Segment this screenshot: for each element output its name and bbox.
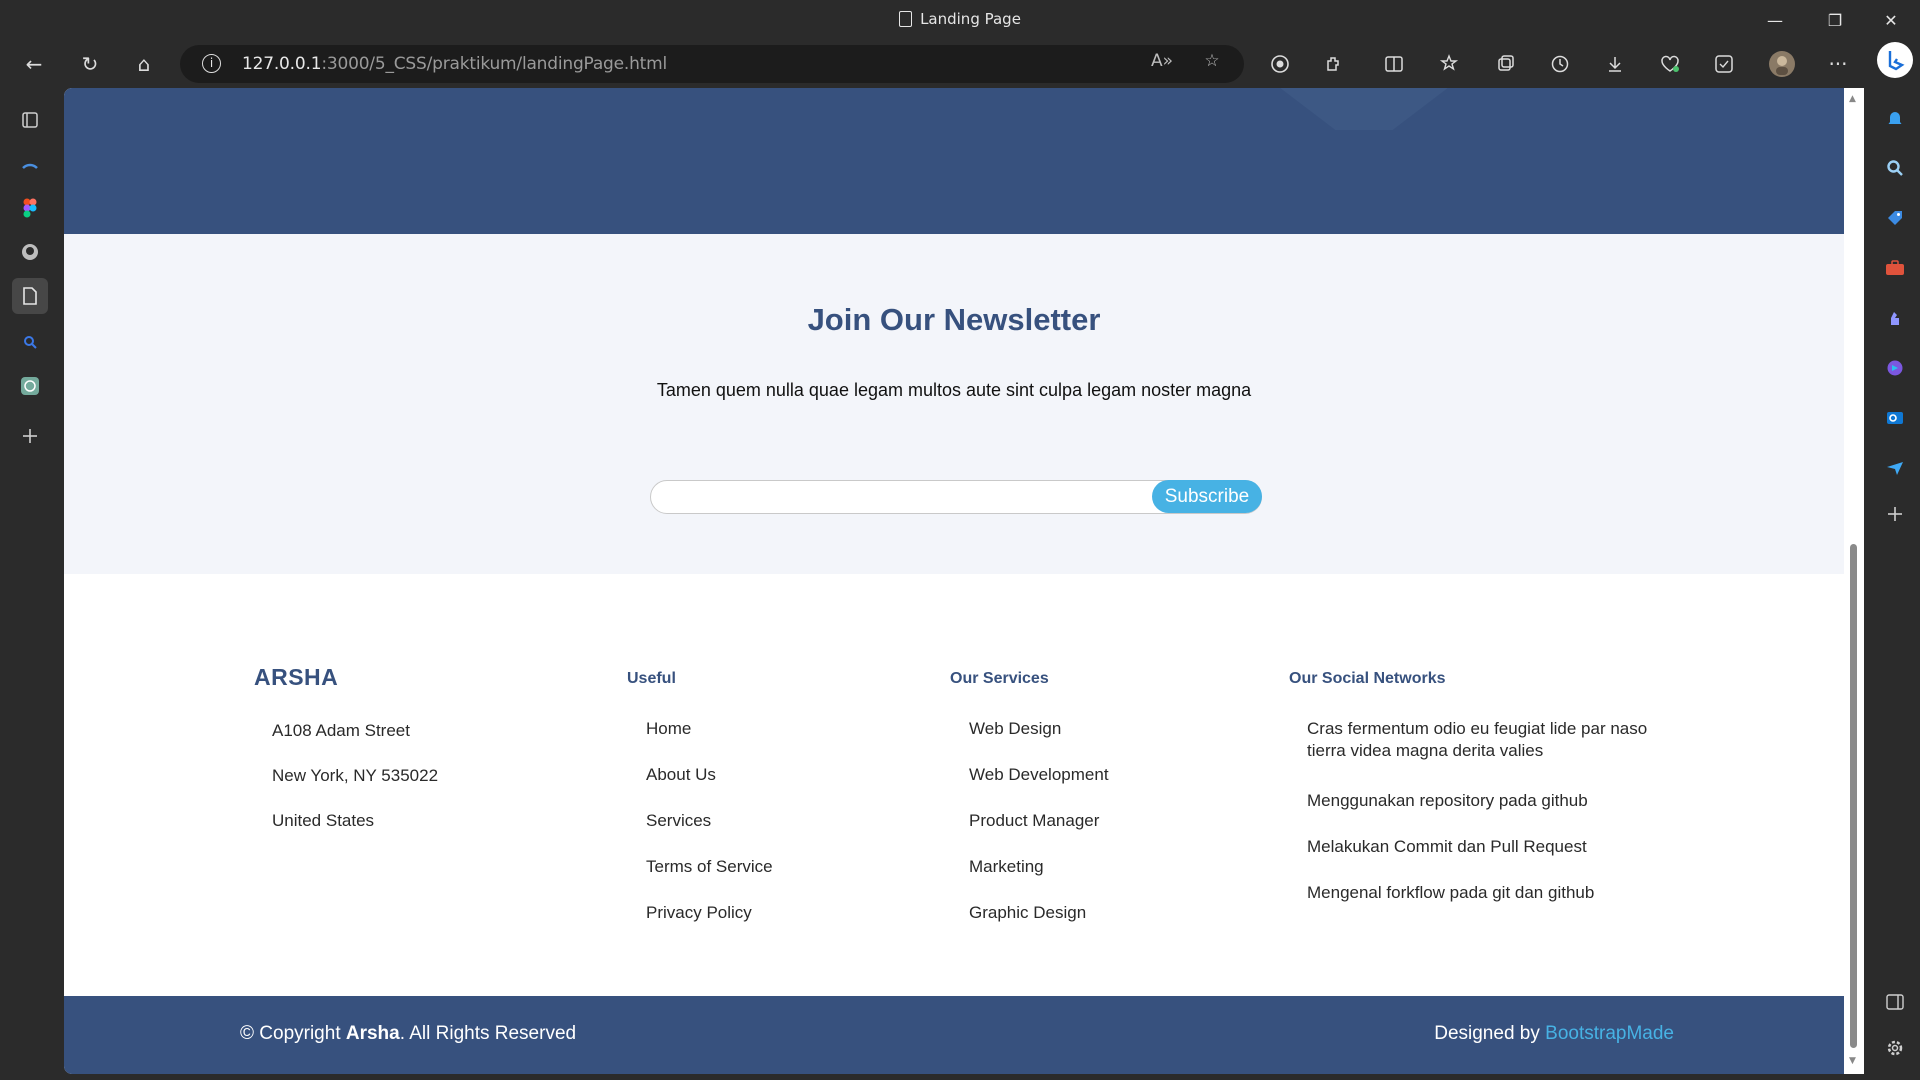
back-icon[interactable]: ←	[16, 48, 52, 80]
hero-section-bottom	[64, 88, 1844, 234]
outlook-icon[interactable]	[1881, 404, 1909, 432]
address-line: New York, NY 535022	[272, 766, 439, 785]
title-bar: Landing Page — ❐ ✕	[0, 0, 1920, 40]
browser-essentials-icon[interactable]	[1652, 48, 1688, 80]
tab-title: Landing Page	[920, 10, 1021, 28]
service-link[interactable]: Web Development	[969, 764, 1109, 810]
favorite-star-icon[interactable]: ☆	[1198, 51, 1226, 77]
address-line: United States	[272, 811, 375, 830]
history-icon[interactable]	[1542, 48, 1578, 80]
collections-icon[interactable]	[1488, 48, 1524, 80]
footer-link-services[interactable]: Services	[646, 810, 773, 856]
social-item: Mengenal forkflow pada git dan github	[1307, 883, 1595, 902]
home-icon[interactable]: ⌂	[126, 48, 162, 80]
github-tab-icon[interactable]	[12, 234, 48, 270]
more-menu-icon[interactable]: ···	[1820, 48, 1856, 80]
services-list: Web Design Web Development Product Manag…	[969, 718, 1109, 948]
address-list: A108 Adam Street New York, NY 535022 Uni…	[272, 720, 438, 855]
copyright-prefix: © Copyright	[240, 1023, 346, 1044]
designer-credit: Designed by BootstrapMade	[1434, 1023, 1674, 1045]
credit-prefix: Designed by	[1434, 1023, 1546, 1044]
social-item: Melakukan Commit dan Pull Request	[1307, 837, 1587, 856]
tracking-icon[interactable]	[1262, 48, 1298, 80]
newsletter-section: Join Our Newsletter Tamen quem nulla qua…	[64, 234, 1844, 574]
newsletter-form: Subscribe	[650, 480, 1262, 514]
footer-top: ARSHA A108 Adam Street New York, NY 5350…	[64, 574, 1844, 996]
services-heading: Our Services	[950, 670, 1049, 687]
bootstrapmade-link[interactable]: BootstrapMade	[1545, 1023, 1674, 1044]
notifications-icon[interactable]	[1881, 104, 1909, 132]
page-icon	[899, 11, 913, 27]
restore-button[interactable]: ❐	[1812, 6, 1858, 34]
url-text[interactable]: 127.0.0.1:3000/5_CSS/praktikum/landingPa…	[242, 54, 667, 74]
tab-actions-icon[interactable]	[12, 102, 48, 138]
useful-links-heading: Useful	[627, 670, 676, 687]
reload-icon[interactable]: ↻	[72, 48, 108, 80]
service-link[interactable]: Graphic Design	[969, 902, 1109, 948]
new-tab-plus-icon[interactable]	[12, 418, 48, 454]
microsoft-365-icon[interactable]	[1881, 354, 1909, 382]
footer-link-about[interactable]: About Us	[646, 764, 773, 810]
service-link[interactable]: Marketing	[969, 856, 1109, 902]
downloads-icon[interactable]	[1597, 48, 1633, 80]
footer-link-home[interactable]: Home	[646, 718, 773, 764]
footer-link-terms[interactable]: Terms of Service	[646, 856, 773, 902]
footer-bottom-bar: © Copyright Arsha. All Rights Reserved D…	[64, 996, 1844, 1074]
shopping-tag-icon[interactable]	[1881, 204, 1909, 232]
drop-send-icon[interactable]	[1881, 454, 1909, 482]
window-bottom-edge	[0, 1074, 1920, 1080]
split-screen-icon[interactable]	[1376, 48, 1412, 80]
social-heading: Our Social Networks	[1289, 670, 1446, 687]
scrollbar-thumb[interactable]	[1850, 544, 1857, 1048]
figma-tab-icon[interactable]	[12, 190, 48, 226]
extensions-icon[interactable]	[1316, 48, 1352, 80]
scroll-down-arrow[interactable]: ▼	[1849, 1056, 1856, 1066]
subscribe-button[interactable]: Subscribe	[1152, 480, 1262, 513]
games-icon[interactable]	[1881, 304, 1909, 332]
vertical-tabs-sidebar	[0, 88, 64, 1080]
footer-link-privacy[interactable]: Privacy Policy	[646, 902, 773, 948]
hero-decoration	[1254, 88, 1474, 130]
newsletter-description: Tamen quem nulla quae legam multos aute …	[656, 380, 1252, 400]
bing-copilot-icon[interactable]	[1877, 42, 1913, 78]
scroll-up-arrow[interactable]: ▲	[1849, 94, 1856, 104]
newsletter-email-input[interactable]	[665, 485, 1135, 509]
browser-toolbar: ← ↻ ⌂ i 127.0.0.1:3000/5_CSS/praktikum/l…	[0, 40, 1920, 88]
close-button[interactable]: ✕	[1868, 6, 1914, 34]
page-viewport: Join Our Newsletter Tamen quem nulla qua…	[64, 88, 1844, 1074]
address-line: A108 Adam Street	[272, 721, 410, 740]
minimize-button[interactable]: —	[1752, 6, 1798, 34]
chatgpt-tab-icon[interactable]	[12, 368, 48, 404]
service-link[interactable]: Web Design	[969, 718, 1109, 764]
read-aloud-icon[interactable]: A»	[1148, 51, 1176, 77]
favorites-icon[interactable]	[1432, 48, 1468, 80]
url-host: 127.0.0.1	[242, 54, 322, 74]
edge-sidebar	[1870, 42, 1920, 1080]
useful-links-list: Home About Us Services Terms of Service …	[646, 718, 773, 948]
page-scrollbar[interactable]: ▲ ▼	[1844, 88, 1864, 1074]
copyright-suffix: . All Rights Reserved	[399, 1023, 577, 1044]
service-link[interactable]: Product Manager	[969, 810, 1109, 856]
copyright: © Copyright Arsha. All Rights Reserved	[240, 1023, 576, 1045]
add-sidebar-app-icon[interactable]	[1881, 500, 1909, 528]
window-title: Landing Page	[0, 10, 1920, 28]
footer-brand: ARSHA	[254, 664, 339, 690]
tab-favicon-1[interactable]	[12, 148, 48, 184]
url-path: :3000/5_CSS/praktikum/landingPage.html	[321, 54, 668, 74]
sidebar-settings-icon[interactable]	[1881, 1034, 1909, 1062]
social-list: Cras fermentum odio eu feugiat lide par …	[1307, 718, 1667, 928]
profile-avatar[interactable]	[1764, 48, 1800, 80]
site-info-icon[interactable]: i	[202, 54, 221, 73]
search-tab-icon[interactable]	[12, 324, 48, 360]
search-icon[interactable]	[1881, 154, 1909, 182]
newsletter-title: Join Our Newsletter	[807, 302, 1101, 337]
hide-sidebar-icon[interactable]	[1881, 988, 1909, 1016]
tools-briefcase-icon[interactable]	[1881, 254, 1909, 282]
landing-page-tab-icon[interactable]	[12, 278, 48, 314]
social-item: Menggunakan repository pada github	[1307, 791, 1588, 810]
address-bar[interactable]: i 127.0.0.1:3000/5_CSS/praktikum/landing…	[180, 45, 1244, 83]
copyright-brand: Arsha	[345, 1023, 400, 1044]
social-item: Cras fermentum odio eu feugiat lide par …	[1307, 719, 1648, 760]
math-solver-icon[interactable]	[1706, 48, 1742, 80]
